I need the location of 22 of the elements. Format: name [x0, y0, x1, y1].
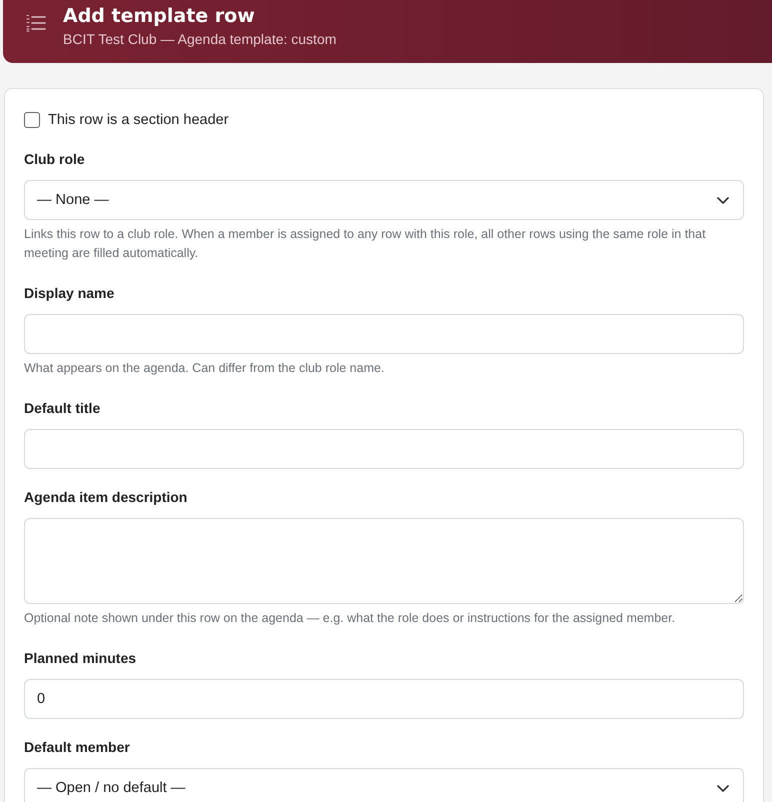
field-label: Planned minutes [24, 649, 138, 668]
page-subtitle: BCIT Test Club — Agenda template: custom [63, 30, 336, 49]
text-area[interactable] [24, 518, 744, 604]
dropdown-field[interactable]: — Open / no default — [24, 768, 744, 802]
page-title: Add template row [63, 4, 256, 28]
field-label: Agenda item description [24, 488, 188, 507]
list-icon [26, 14, 46, 32]
number-input[interactable]: 0 [24, 679, 744, 719]
checkbox-label: This row is a section header [48, 112, 229, 128]
section-header-checkbox[interactable] [24, 112, 40, 128]
field-label: Display name [24, 284, 116, 303]
help-text: What appears on the agenda. Can differ from the club role name. [24, 360, 386, 377]
field-label: Default title [24, 399, 102, 418]
help-text: Optional note shown under this row on the agenda — e.g. what the role does or instructions for the assigned member. [24, 610, 676, 627]
text-input[interactable] [24, 429, 744, 469]
field-label: Club role [24, 150, 86, 169]
chevron-down-icon [717, 196, 729, 204]
field-label: Default member [24, 738, 131, 757]
help-text: Links this row to a club role. When a member is assigned to any row with this role, all other rows using the same role in that meeting are filled automatically. [24, 226, 707, 262]
dropdown-field[interactable]: — None — [24, 180, 744, 220]
text-input[interactable] [24, 314, 744, 354]
chevron-down-icon [717, 784, 729, 792]
